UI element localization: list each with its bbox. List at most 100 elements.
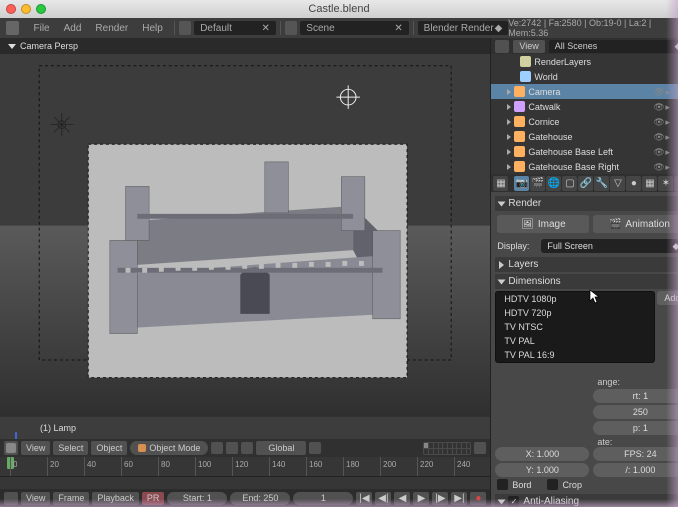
fps-field[interactable]: FPS: 24	[593, 447, 678, 461]
preview-range-toggle[interactable]: PR	[142, 492, 165, 505]
object-menu[interactable]: Object	[91, 441, 127, 455]
outliner-row[interactable]: RenderLayers	[491, 54, 678, 69]
outliner-row[interactable]: Camera👁▸🔒	[491, 84, 678, 99]
layout-icon[interactable]	[179, 21, 192, 35]
presets-popup: HDTV 1080pHDTV 720pTV NTSCTV PALTV PAL 1…	[495, 291, 655, 363]
close-window-button[interactable]	[6, 4, 16, 14]
preset-option[interactable]: TV PAL 16:9	[496, 348, 654, 362]
start-frame-field[interactable]: Start: 1	[167, 492, 227, 505]
aspect-x-field[interactable]: X: 1.000	[495, 447, 589, 461]
editor-type-props[interactable]: ▦	[493, 176, 508, 191]
preset-add-button[interactable]: Add	[657, 291, 678, 305]
aa-checkbox[interactable]: ✓	[508, 496, 519, 507]
end-frame-field[interactable]: End: 250	[230, 492, 290, 505]
jump-start-button[interactable]: |◀	[356, 492, 372, 505]
properties-panel: Render 🖼Image 🎬Animation Display: Full S…	[491, 192, 678, 507]
3d-viewport[interactable]: (1) Lamp	[0, 54, 490, 439]
outliner-row[interactable]: Gatehouse Base Left👁▸🔒	[491, 144, 678, 159]
crop-checkbox[interactable]	[547, 479, 558, 490]
tab-texture[interactable]: ▦	[642, 176, 657, 191]
presets-selector[interactable]: Presets◆ HDTV 1080pHDTV 720pTV NTSCTV PA…	[495, 291, 655, 305]
panel-dimensions[interactable]: Dimensions	[495, 274, 678, 289]
tab-modifiers[interactable]: 🔧	[594, 176, 609, 191]
tab-data[interactable]: ▽	[610, 176, 625, 191]
outliner-row[interactable]: Gatehouse Base Right👁▸🔒	[491, 159, 678, 174]
select-menu[interactable]: Select	[53, 441, 88, 455]
tab-scene[interactable]: 🎬	[530, 176, 545, 191]
view-menu[interactable]: View	[21, 441, 50, 455]
editor-type-button[interactable]	[4, 441, 18, 455]
outliner-row[interactable]: World	[491, 69, 678, 84]
timeline-tick: 240	[454, 457, 455, 476]
keyframe-prev-button[interactable]: ◀|	[375, 492, 391, 505]
pivot-button[interactable]	[241, 442, 253, 454]
menu-render[interactable]: Render	[88, 23, 135, 34]
preset-option[interactable]: HDTV 1080p	[496, 292, 654, 306]
jump-end-button[interactable]: ▶|	[451, 492, 467, 505]
tab-constraints[interactable]: 🔗	[578, 176, 593, 191]
autokey-button[interactable]: ●	[470, 492, 486, 505]
timeline-view-menu[interactable]: View	[21, 492, 50, 505]
orientation-selector[interactable]: Global	[256, 441, 306, 455]
outliner-view-menu[interactable]: View	[513, 40, 544, 53]
current-frame-field[interactable]: 1	[293, 492, 353, 505]
tab-render[interactable]: 📷	[514, 176, 529, 191]
outliner-editor-type[interactable]	[495, 40, 509, 53]
keyframe-next-button[interactable]: |▶	[432, 492, 448, 505]
frame-step-field[interactable]: p: 1	[593, 421, 678, 435]
tab-world[interactable]: 🌐	[546, 176, 561, 191]
outliner-row[interactable]: Catwalk👁▸🔒	[491, 99, 678, 114]
tab-particles[interactable]: ✶	[658, 176, 673, 191]
outliner-row[interactable]: Cornice👁▸🔒	[491, 114, 678, 129]
timeline-tick: 80	[158, 457, 159, 476]
outliner-row[interactable]: Gatehouse👁▸🔒	[491, 129, 678, 144]
render-engine-selector[interactable]: Blender Render◆	[418, 21, 509, 35]
frame-start-field[interactable]: rt: 1	[593, 389, 678, 403]
layer-buttons[interactable]	[423, 442, 471, 455]
chevron-down-icon[interactable]	[8, 44, 16, 49]
tab-physics[interactable]: ⚛	[674, 176, 678, 191]
menu-file[interactable]: File	[27, 23, 57, 34]
panel-render[interactable]: Render	[495, 196, 678, 211]
perspective-label: Camera Persp	[20, 41, 78, 51]
timeline-editor-type[interactable]	[4, 492, 18, 505]
editor-type-icon[interactable]	[6, 21, 19, 35]
lock-camera-icon[interactable]	[474, 442, 486, 454]
image-icon: 🖼	[521, 219, 534, 230]
selected-object-label: (1) Lamp	[40, 423, 76, 433]
mode-selector[interactable]: Object Mode	[130, 441, 208, 455]
aspect-y-field[interactable]: Y: 1.000	[495, 463, 589, 477]
zoom-window-button[interactable]	[36, 4, 46, 14]
preset-option[interactable]: HDTV 720p	[496, 306, 654, 320]
display-mode-selector[interactable]: Full Screen◆	[541, 239, 678, 253]
timeline-playback-menu[interactable]: Playback	[92, 492, 139, 505]
menu-add[interactable]: Add	[57, 23, 89, 34]
render-image-button[interactable]: 🖼Image	[497, 215, 589, 233]
preset-option[interactable]: TV PAL	[496, 334, 654, 348]
scene-icon[interactable]	[285, 21, 298, 35]
preset-option[interactable]: TV NTSC	[496, 320, 654, 334]
panel-layers[interactable]: Layers	[495, 257, 678, 272]
menu-help[interactable]: Help	[135, 23, 170, 34]
panel-anti-aliasing[interactable]: ✓Anti-Aliasing	[495, 494, 678, 507]
snap-button[interactable]	[309, 442, 321, 454]
tab-material[interactable]: ●	[626, 176, 641, 191]
timeline-frame-menu[interactable]: Frame	[53, 492, 89, 505]
play-button[interactable]: ▶	[413, 492, 429, 505]
shading-button-1[interactable]	[211, 442, 223, 454]
outliner[interactable]: RenderLayersWorldCamera👁▸🔒Catwalk👁▸🔒Corn…	[491, 54, 678, 174]
shading-button-2[interactable]	[226, 442, 238, 454]
outliner-display-mode[interactable]: All Scenes◆	[549, 40, 678, 53]
outliner-item-label: Gatehouse	[528, 132, 572, 142]
timeline-ruler[interactable]: 020406080100120140160180200220240	[0, 457, 490, 477]
render-animation-button[interactable]: 🎬Animation	[593, 215, 678, 233]
play-reverse-button[interactable]: ◀	[394, 492, 410, 505]
scene-selector[interactable]: Scene✕	[300, 21, 408, 35]
screen-layout-selector[interactable]: Default✕	[194, 21, 276, 35]
fps-base-field[interactable]: /: 1.000	[593, 463, 678, 477]
tab-object[interactable]: ▢	[562, 176, 577, 191]
timeline-area[interactable]: 020406080100120140160180200220240	[0, 457, 490, 489]
frame-end-field[interactable]: 250	[593, 405, 678, 419]
border-checkbox[interactable]	[497, 479, 508, 490]
minimize-window-button[interactable]	[21, 4, 31, 14]
